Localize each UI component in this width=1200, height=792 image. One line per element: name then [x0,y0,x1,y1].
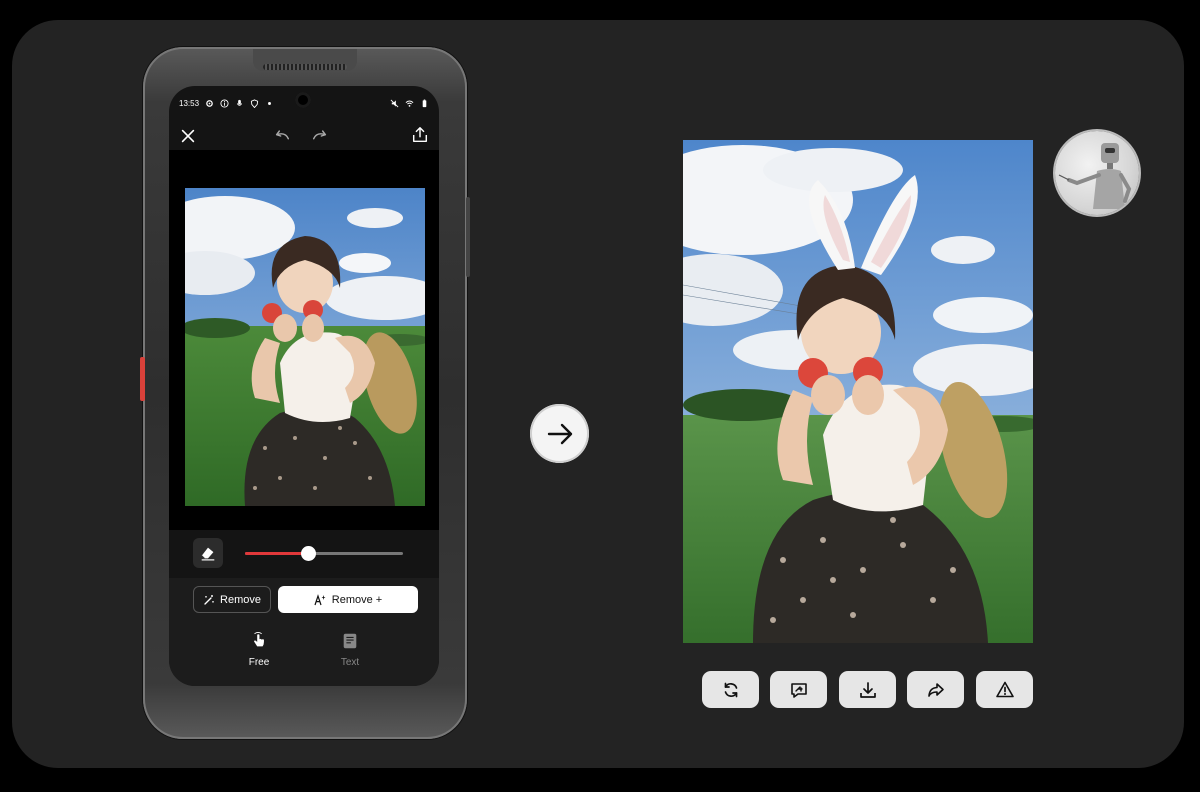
brush-size-row [169,530,439,578]
refresh-icon [724,682,737,697]
source-photo[interactable] [185,188,425,506]
undo-icon[interactable] [273,127,291,145]
phone-screen: 13:53 Remove Remove + Free Text [169,86,439,686]
remove-button[interactable]: Remove [193,586,271,613]
source-photo-image [185,188,425,506]
upload-icon[interactable] [411,126,429,144]
mode-text[interactable]: Text [320,632,380,668]
phone-side-button [140,357,145,401]
mode-free[interactable]: Free [229,632,289,668]
result-photo-image [683,140,1033,643]
next-arrow-button[interactable] [530,404,589,463]
ai-sparkle-icon [314,593,326,605]
slider-thumb[interactable] [301,546,317,561]
editor-toolbar [169,120,439,152]
robot-avatar[interactable] [1055,131,1139,215]
report-button[interactable] [976,671,1033,708]
mode-text-label: Text [340,657,360,668]
text-document-icon [343,633,357,649]
eraser-icon [201,547,215,561]
slider-fill [245,552,309,555]
status-time: 13:53 [179,98,200,108]
chat-edit-icon [790,682,807,698]
editor-canvas [169,150,439,530]
phone-volume-button [466,197,470,277]
remove-button-label: Remove [220,593,261,606]
remove-plus-button-label: Remove + [331,593,383,606]
edit-prompt-button[interactable] [770,671,827,708]
mode-free-label: Free [248,657,270,668]
settings-icon [206,99,213,107]
result-photo[interactable] [683,140,1033,643]
arrow-right-icon [547,423,572,444]
tool-panel: Remove Remove + Free Text [169,578,439,686]
info-icon [220,98,229,108]
download-button[interactable] [839,671,896,708]
mute-icon [390,99,399,107]
robot-illustration [1058,143,1132,209]
battery-icon [422,99,427,107]
wifi-icon [405,100,414,107]
regenerate-button[interactable] [702,671,759,708]
dot-icon [268,101,271,105]
close-icon[interactable] [179,127,197,145]
brush-size-slider[interactable] [245,546,403,561]
magic-wand-icon [204,594,214,605]
mic-icon [236,99,243,106]
remove-plus-button[interactable]: Remove + [278,586,418,613]
hand-pointer-icon [254,632,264,647]
eraser-button[interactable] [193,538,223,568]
phone-speaker [263,64,347,70]
shield-icon [250,98,259,108]
share-icon [927,682,944,697]
download-icon [859,681,876,698]
share-button[interactable] [907,671,964,708]
warning-icon [995,681,1014,697]
redo-icon[interactable] [311,127,329,145]
front-camera [295,92,311,108]
